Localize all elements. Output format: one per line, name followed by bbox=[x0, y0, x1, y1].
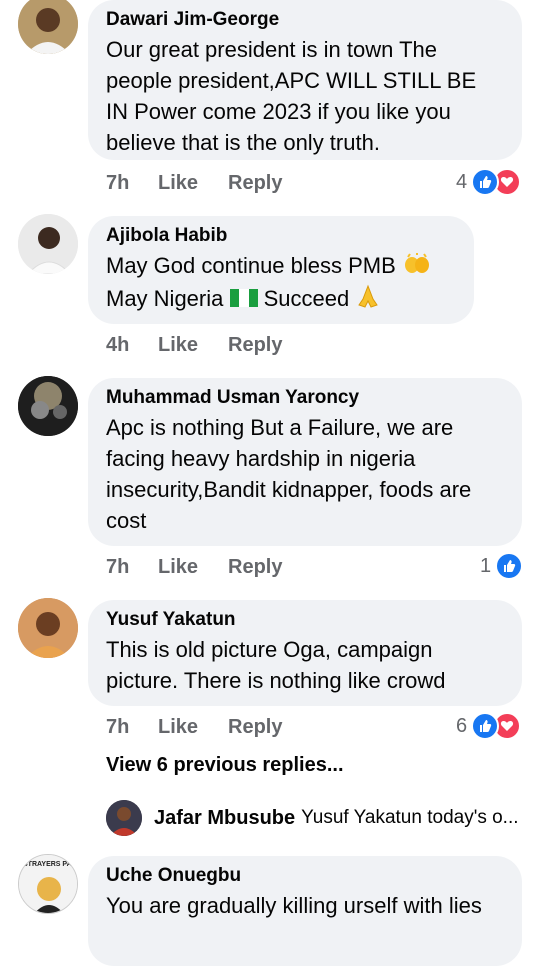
comment-bubble: Ajibola Habib May God continue bless PMB… bbox=[88, 216, 474, 324]
like-button[interactable]: Like bbox=[158, 172, 228, 195]
avatar[interactable] bbox=[18, 214, 78, 274]
reply-button[interactable]: Reply bbox=[228, 716, 282, 739]
comment-actions: 7h Like Reply bbox=[106, 716, 282, 739]
comment-author[interactable]: Muhammad Usman Yaroncy bbox=[106, 386, 504, 410]
comment-text: Our great president is in town The peopl… bbox=[106, 37, 477, 155]
reaction-summary[interactable]: 4 bbox=[456, 168, 522, 196]
comment-text: May God continue bless PMB May Nigeria S… bbox=[106, 250, 456, 317]
reaction-summary[interactable]: 6 bbox=[456, 712, 522, 740]
comment-author[interactable]: Dawari Jim-George bbox=[106, 8, 504, 32]
avatar[interactable] bbox=[106, 800, 142, 836]
comment-actions: 7h Like Reply bbox=[106, 556, 282, 579]
comment-time[interactable]: 4h bbox=[106, 334, 158, 357]
comment-author[interactable]: Uche Onuegbu bbox=[106, 864, 504, 888]
comment-time[interactable]: 7h bbox=[106, 556, 158, 579]
comment-bubble: Muhammad Usman Yaroncy Apc is nothing Bu… bbox=[88, 378, 522, 546]
reaction-count: 4 bbox=[456, 170, 468, 193]
avatar[interactable] bbox=[18, 0, 78, 54]
comment-actions: 4h Like Reply bbox=[106, 334, 282, 357]
comment-bubble: Yusuf Yakatun This is old picture Oga, c… bbox=[88, 600, 522, 706]
comment-time[interactable]: 7h bbox=[106, 716, 158, 739]
like-button[interactable]: Like bbox=[158, 716, 228, 739]
reply-author[interactable]: Jafar Mbusube bbox=[154, 807, 295, 830]
avatar[interactable]: STRAYERS PA bbox=[18, 854, 78, 914]
avatar[interactable] bbox=[18, 376, 78, 436]
nigeria-flag-icon bbox=[229, 284, 258, 315]
reaction-count: 6 bbox=[456, 714, 468, 737]
like-icon bbox=[471, 712, 500, 740]
like-icon bbox=[471, 168, 500, 196]
reply-button[interactable]: Reply bbox=[228, 334, 282, 357]
avatar[interactable] bbox=[18, 598, 78, 658]
comment-text: Apc is nothing But a Failure, we are fac… bbox=[106, 415, 472, 533]
comment-text-line-2: May Nigeria bbox=[106, 285, 224, 311]
reply-button[interactable]: Reply bbox=[228, 172, 282, 195]
avatar-caption: STRAYERS PA bbox=[23, 861, 72, 868]
reaction-summary[interactable]: 1 bbox=[480, 552, 524, 580]
like-icon bbox=[495, 552, 524, 580]
like-button[interactable]: Like bbox=[158, 556, 228, 579]
comment-text: You are gradually killing urself with li… bbox=[106, 893, 482, 918]
clapping-hands-icon bbox=[402, 252, 432, 283]
comment-text-line-2b: Succeed bbox=[263, 285, 350, 311]
like-button[interactable]: Like bbox=[158, 334, 228, 357]
comment-author[interactable]: Ajibola Habib bbox=[106, 224, 456, 248]
reply-text: Yusuf Yakatun today's o... bbox=[301, 807, 519, 828]
comment-text: This is old picture Oga, campaign pictur… bbox=[106, 637, 446, 693]
comment-author[interactable]: Yusuf Yakatun bbox=[106, 608, 504, 632]
comment-bubble: Uche Onuegbu You are gradually killing u… bbox=[88, 856, 522, 966]
folded-hands-icon bbox=[355, 283, 381, 317]
comment-actions: 7h Like Reply bbox=[106, 172, 282, 195]
comment-bubble: Dawari Jim-George Our great president is… bbox=[88, 0, 522, 160]
comment-text-line-1: May God continue bless PMB bbox=[106, 253, 396, 278]
reply-button[interactable]: Reply bbox=[228, 556, 282, 579]
reply-preview[interactable]: Jafar Mbusube Yusuf Yakatun today's o... bbox=[106, 800, 519, 836]
view-previous-replies-link[interactable]: View 6 previous replies... bbox=[106, 754, 344, 777]
comment-time[interactable]: 7h bbox=[106, 172, 158, 195]
reaction-count: 1 bbox=[480, 554, 492, 577]
